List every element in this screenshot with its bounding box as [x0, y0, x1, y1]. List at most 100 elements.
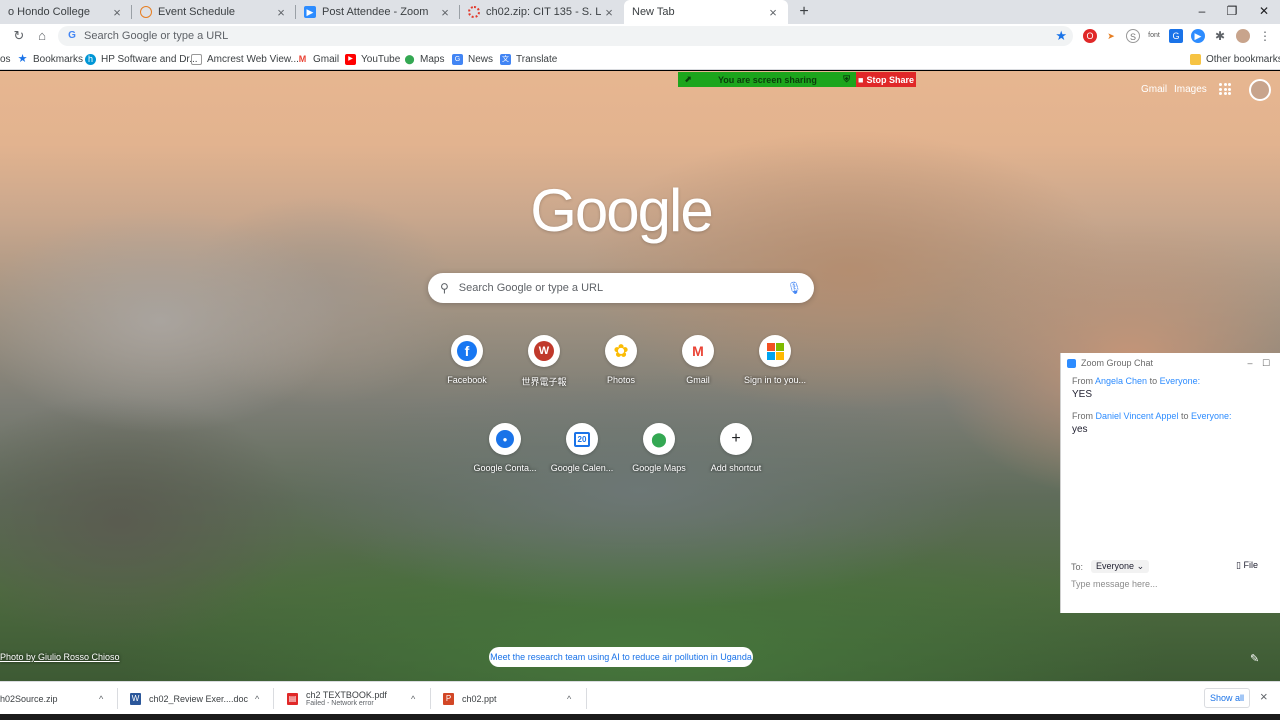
microphone-icon[interactable]: 🎙 — [787, 281, 802, 295]
bookmark-label: Other bookmarks — [1206, 53, 1280, 65]
word-doc-icon: W — [130, 692, 141, 705]
tab-ch02-zip[interactable]: ch02.zip: CIT 135 - S. Liu (Enhanc... × — [460, 0, 624, 24]
zoom-chat-header: Zoom Group Chat – ☐ — [1061, 353, 1280, 373]
close-icon[interactable]: × — [602, 5, 616, 20]
tab-post-attendee-zoom[interactable]: ▶ Post Attendee - Zoom × — [296, 0, 460, 24]
show-all-downloads-button[interactable]: Show all — [1204, 688, 1250, 708]
stop-share-button[interactable]: ■ Stop Share — [856, 72, 916, 87]
bookmark-gmail[interactable]: M Gmail — [297, 51, 339, 67]
chevron-up-icon[interactable]: ^ — [567, 694, 571, 704]
promo-pill[interactable]: Meet the research team using AI to reduc… — [489, 647, 753, 667]
close-icon[interactable]: × — [110, 5, 124, 20]
powerpoint-icon: P — [443, 692, 454, 705]
shortcut-photos[interactable]: ✿ Photos — [581, 335, 661, 385]
maximize-icon[interactable]: ☐ — [1258, 358, 1274, 369]
maps-icon: ⬤ — [404, 53, 415, 64]
download-item[interactable]: P ch02.ppt ^ — [443, 682, 585, 715]
bookmark-label: Translate — [516, 53, 558, 65]
download-item[interactable]: W ch02_Review Exer....doc ^ — [130, 682, 272, 715]
translate-extension-icon[interactable]: G — [1169, 29, 1183, 43]
shortcut-gmail[interactable]: M Gmail — [658, 335, 738, 385]
chat-message-input[interactable]: Type message here... — [1071, 579, 1158, 589]
bookmark-star-icon[interactable]: ★ — [1055, 28, 1067, 44]
photo-credit-link[interactable]: Photo by Giulio Rosso Chioso — [0, 652, 120, 662]
minimize-icon[interactable]: – — [1242, 358, 1258, 368]
chevron-up-icon[interactable]: ^ — [255, 694, 259, 704]
bookmark-amcrest[interactable]: Amcrest Web View... — [191, 51, 299, 67]
close-icon[interactable]: × — [438, 5, 452, 20]
shortcut-facebook[interactable]: f Facebook — [427, 335, 507, 385]
screen-share-status[interactable]: ⬈ You are screen sharing ⛨ — [678, 72, 856, 87]
tab-new-tab[interactable]: New Tab × — [624, 0, 788, 24]
chat-sender[interactable]: Daniel Vincent Appel — [1096, 411, 1179, 421]
to-word: to — [1149, 376, 1158, 386]
recipient-value: Everyone — [1096, 561, 1135, 571]
bookmark-apps[interactable]: os — [0, 51, 11, 67]
chat-message: From Angela Chen to Everyone: YES — [1061, 373, 1280, 400]
address-bar[interactable]: G Search Google or type a URL ★ — [58, 26, 1073, 46]
chat-recipient[interactable]: Everyone: — [1191, 411, 1232, 421]
recipient-dropdown[interactable]: Everyone ⌄ — [1091, 560, 1150, 573]
search-input[interactable]: ⚲ Search Google or type a URL 🎙 — [428, 273, 814, 303]
gmail-link[interactable]: Gmail — [1141, 84, 1167, 95]
chevron-up-icon[interactable]: ^ — [411, 694, 415, 704]
bookmark-label: Amcrest Web View... — [207, 53, 299, 65]
close-icon[interactable]: × — [274, 5, 288, 20]
zoom-chat-panel: Zoom Group Chat – ☐ From Angela Chen to … — [1060, 353, 1280, 613]
calendar-icon: 20 — [566, 423, 598, 455]
menu-kebab-icon[interactable]: ⋮ — [1258, 29, 1272, 43]
shortcut-label: Google Maps — [632, 463, 686, 473]
bookmark-youtube[interactable]: ▶ YouTube — [345, 51, 400, 67]
shortcut-google-calendar[interactable]: 20 Google Calen... — [542, 423, 622, 473]
pencil-icon[interactable]: ✎ — [1250, 652, 1259, 665]
chat-recipient[interactable]: Everyone: — [1160, 376, 1201, 386]
restore-icon[interactable]: ❐ — [1216, 0, 1248, 24]
address-placeholder: Search Google or type a URL — [84, 30, 229, 42]
bookmark-hp[interactable]: h HP Software and Dr... — [85, 51, 198, 67]
bookmark-news[interactable]: G News — [452, 51, 493, 67]
zoom-extension-icon[interactable]: ▶ — [1191, 29, 1205, 43]
bookmark-label: Maps — [420, 53, 445, 65]
file-button[interactable]: ▯ File — [1236, 560, 1258, 571]
avatar[interactable] — [1249, 79, 1271, 101]
extension-icon[interactable]: ➤ — [1104, 29, 1118, 43]
reload-icon[interactable]: ↻ — [10, 27, 28, 45]
bookmark-other[interactable]: Other bookmarks — [1190, 51, 1280, 67]
window-close-icon[interactable]: ✕ — [1248, 0, 1280, 24]
download-item-failed[interactable]: ▤ ch2 TEXTBOOK.pdf Failed - Network erro… — [287, 682, 429, 715]
canvas-icon — [468, 6, 480, 18]
shortcut-microsoft-signin[interactable]: Sign in to you... — [735, 335, 815, 385]
bookmark-label: YouTube — [361, 53, 401, 65]
tab-hondo-college[interactable]: o Hondo College × — [0, 0, 132, 24]
google-apps-icon[interactable] — [1219, 83, 1231, 95]
download-item[interactable]: h02Source.zip ^ — [0, 682, 116, 715]
stop-icon: ■ — [858, 74, 864, 85]
shortcut-world-news[interactable]: W 世界電子報 — [504, 335, 584, 388]
stop-share-label: Stop Share — [866, 74, 914, 85]
chevron-up-icon[interactable]: ^ — [99, 694, 103, 704]
bookmark-bookmarks[interactable]: ★ Bookmarks — [17, 51, 83, 67]
add-shortcut-button[interactable]: + Add shortcut — [696, 423, 776, 473]
photos-icon: ✿ — [605, 335, 637, 367]
tab-event-schedule[interactable]: Event Schedule × — [132, 0, 296, 24]
close-icon[interactable]: × — [766, 5, 780, 20]
home-icon[interactable]: ⌂ — [33, 27, 51, 45]
font-extension-icon[interactable]: font — [1147, 29, 1161, 43]
images-link[interactable]: Images — [1174, 84, 1207, 95]
puzzle-icon[interactable]: ✱ — [1213, 29, 1227, 43]
shortcut-google-maps[interactable]: ⬤ Google Maps — [619, 423, 699, 473]
profile-avatar[interactable] — [1236, 29, 1250, 43]
star-icon: ★ — [17, 52, 28, 65]
new-tab-button[interactable]: + — [795, 2, 813, 22]
shortcut-google-contacts[interactable]: ● Google Conta... — [465, 423, 545, 473]
opera-extension-icon[interactable]: O — [1083, 29, 1097, 43]
screen-share-banner: ⬈ You are screen sharing ⛨ ■ Stop Share — [678, 72, 916, 87]
extension-icon[interactable]: S — [1126, 29, 1140, 43]
world-news-icon: W — [528, 335, 560, 367]
bookmark-translate[interactable]: 文 Translate — [500, 51, 557, 67]
zoom-icon: ▶ — [304, 6, 316, 18]
bookmark-maps[interactable]: ⬤ Maps — [404, 51, 444, 67]
close-icon[interactable]: × — [1260, 689, 1268, 704]
minimize-icon[interactable]: – — [1186, 0, 1218, 24]
chat-sender[interactable]: Angela Chen — [1095, 376, 1147, 386]
